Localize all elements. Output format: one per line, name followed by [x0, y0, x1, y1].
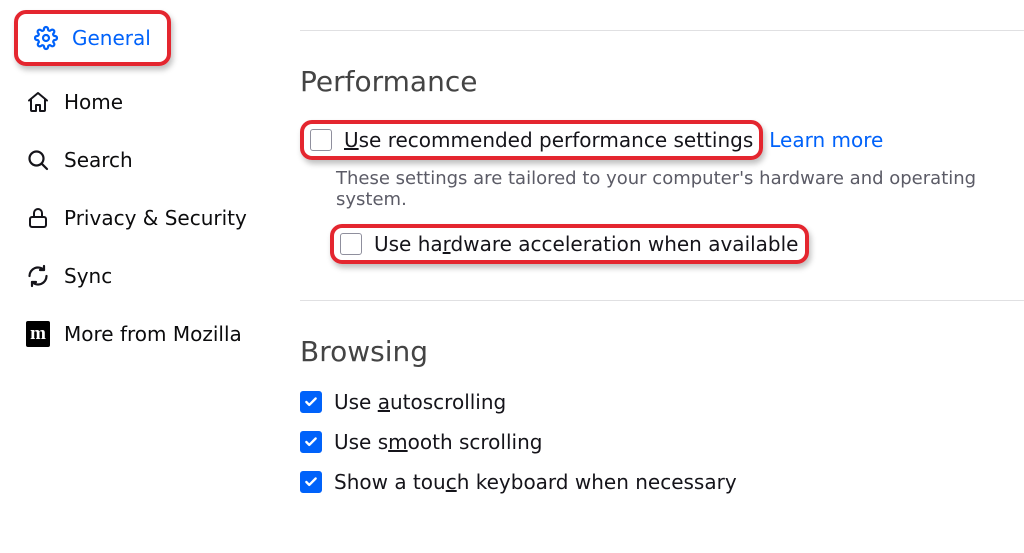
sidebar-item-label: Search: [64, 148, 133, 172]
label-use-recommended: Use recommended performance settings: [344, 128, 753, 152]
mozilla-icon: m: [26, 322, 50, 346]
checkbox-hw-accel[interactable]: [340, 233, 362, 255]
settings-sidebar: General Home Search Privacy & Securi: [0, 0, 300, 553]
sidebar-item-home[interactable]: Home: [14, 80, 286, 124]
sidebar-item-label: Home: [64, 90, 123, 114]
checkbox-autoscrolling[interactable]: [300, 391, 322, 413]
highlight-hw-accel: Use hardware acceleration when available: [330, 224, 809, 264]
checkbox-use-recommended[interactable]: [310, 129, 332, 151]
highlight-recommended: Use recommended performance settings: [300, 120, 763, 160]
learn-more-link[interactable]: Learn more: [769, 128, 883, 152]
browsing-heading: Browsing: [300, 335, 1024, 368]
checkbox-touch-keyboard[interactable]: [300, 471, 322, 493]
sidebar-item-sync[interactable]: Sync: [14, 254, 286, 298]
sidebar-item-search[interactable]: Search: [14, 138, 286, 182]
settings-main: Performance Use recommended performance …: [300, 0, 1024, 553]
gear-icon: [34, 26, 58, 50]
sidebar-item-label: Sync: [64, 264, 112, 288]
browsing-section: Browsing Use autoscrolling Use smooth sc…: [300, 301, 1024, 530]
lock-icon: [26, 206, 50, 230]
label-smooth-scrolling: Use smooth scrolling: [334, 430, 542, 454]
sync-icon: [26, 264, 50, 288]
home-icon: [26, 90, 50, 114]
sidebar-item-more-mozilla[interactable]: m More from Mozilla: [14, 312, 286, 356]
performance-section: Performance Use recommended performance …: [300, 31, 1024, 300]
label-touch-keyboard: Show a touch keyboard when necessary: [334, 470, 737, 494]
checkbox-smooth-scrolling[interactable]: [300, 431, 322, 453]
sidebar-item-general[interactable]: General: [22, 16, 163, 60]
sidebar-item-label: More from Mozilla: [64, 322, 242, 346]
label-hw-accel: Use hardware acceleration when available: [374, 232, 799, 256]
label-autoscrolling: Use autoscrolling: [334, 390, 506, 414]
sidebar-item-label: General: [72, 26, 151, 50]
search-icon: [26, 148, 50, 172]
sidebar-item-privacy[interactable]: Privacy & Security: [14, 196, 286, 240]
highlight-general: General: [14, 10, 171, 66]
sidebar-item-label: Privacy & Security: [64, 206, 247, 230]
performance-description: These settings are tailored to your comp…: [336, 168, 1024, 210]
performance-heading: Performance: [300, 65, 1024, 98]
